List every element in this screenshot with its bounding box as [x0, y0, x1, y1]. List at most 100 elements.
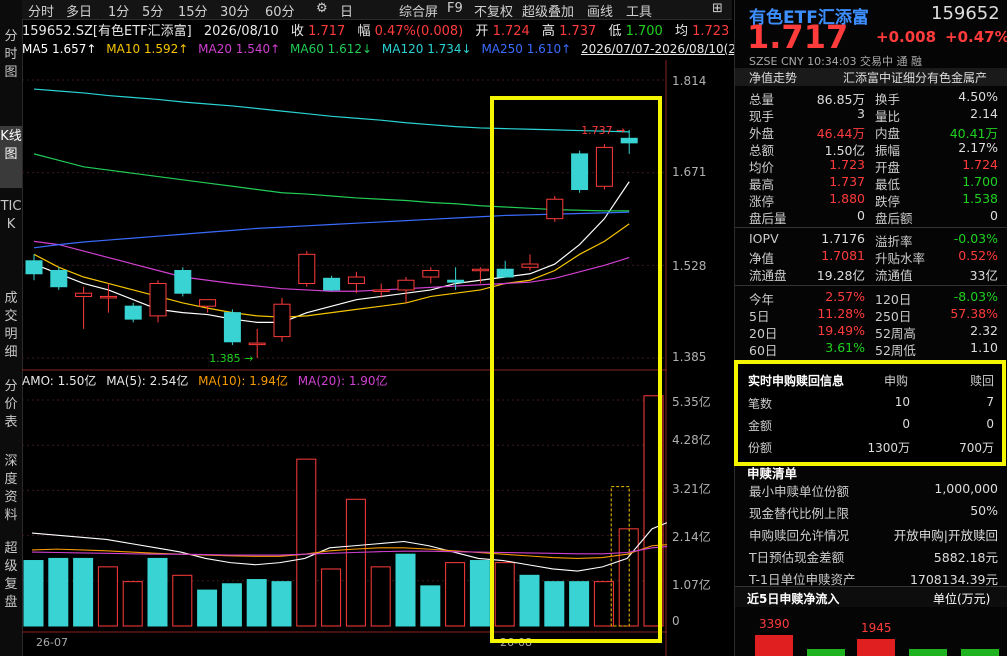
volume-bar-0: [23, 560, 44, 627]
price-axis-label-3: 1.385: [672, 350, 707, 364]
candle-2: [75, 286, 93, 329]
left-sidebar: 分时图 K线图 TICK 成交明细分价表深度资料超级复盘: [0, 0, 23, 656]
stats-row-7: 盘后量 0 盘后额 0: [735, 208, 1007, 226]
stats-value-7-a: 0: [857, 208, 865, 223]
stats-value-5-b: 1.700: [962, 174, 998, 189]
net-flow-bars: 3390 1945: [735, 607, 1007, 656]
toolbar-right-item-1[interactable]: F9: [447, 1, 463, 16]
ma-legend-bar: MA5 1.657↑ MA10 1.592↑ MA20 1.540↑ MA60 …: [22, 40, 782, 60]
perf-row-2: 20日 19.49% 52周高 2.32: [735, 323, 1007, 341]
toolbar-item-0[interactable]: 分时: [28, 1, 54, 20]
stats-value-5-a: 1.737: [829, 174, 865, 189]
nav-trend-row[interactable]: 净值走势 汇添富中证细分有色金属产: [735, 68, 1007, 86]
perf-value-0-a: 2.57%: [825, 289, 865, 304]
vol-axis-label-2: 3.21亿: [672, 482, 711, 496]
candle-3: [99, 283, 117, 313]
low-label: 低: [608, 24, 622, 39]
stats2-row-2: 流通盘 19.28亿 流通值 33亿: [735, 265, 1007, 283]
toolbar-right-item-0[interactable]: 综合屏: [399, 1, 438, 20]
perf-value-1-a: 11.28%: [817, 306, 865, 321]
sidebar-tab-6[interactable]: 超级复盘: [0, 538, 22, 620]
sidebar-tab-2[interactable]: TICK: [0, 196, 22, 278]
toolbar-right-item-3[interactable]: 超级叠加: [522, 1, 574, 20]
subred-label-2: 份额: [748, 441, 773, 455]
stats-row-6: 涨停 1.880 跌停 1.538: [735, 191, 1007, 209]
last-price: 1.717: [747, 18, 849, 56]
volume-bar-4: [122, 581, 143, 627]
stats2-value-2-a: 19.28亿: [816, 268, 865, 283]
flow-bar-5: [961, 649, 999, 656]
redeem-list-row-4: T-1日单位申赎资产 1708134.39元: [735, 569, 1007, 587]
candle-10: [273, 297, 291, 342]
candle-0: [25, 254, 43, 281]
stats2-label-0-a: IOPV: [749, 231, 779, 246]
flow-label-1: 3390: [759, 617, 790, 631]
toolbar-item-4[interactable]: 15分: [178, 1, 208, 20]
volume-bar-8: [221, 583, 242, 627]
sidebar-tab-1[interactable]: K线图: [0, 126, 22, 188]
avg-value: 1.723: [692, 24, 730, 39]
toolbar-right-item-4[interactable]: 画线: [587, 1, 613, 20]
perf-value-0-b: -8.03%: [953, 289, 998, 304]
amp-label: 幅: [357, 24, 371, 39]
amp-value: 0.47%(0.008): [374, 24, 464, 39]
toolbar-item-6[interactable]: 60分: [265, 1, 295, 20]
price-change: +0.008: [876, 28, 937, 46]
ma10-legend: MA10 1.592↑: [106, 42, 189, 56]
toolbar-item-2[interactable]: 1分: [108, 1, 129, 20]
nav-trend-label: 净值走势: [749, 71, 798, 85]
sidebar-tab-4[interactable]: 分价表: [0, 376, 22, 438]
security-code: 159652.SZ[有色ETF汇添富]: [22, 24, 192, 39]
redeem-list-value-2: 开放申购|开放赎回: [893, 528, 998, 543]
sidebar-tab-5[interactable]: 深度资料: [0, 451, 22, 528]
vol-axis-label-0: 5.35亿: [672, 395, 711, 409]
redeem-list-label-0: 最小申赎单位份额: [749, 484, 850, 499]
subred-redeem-0: 7: [986, 395, 994, 409]
date-label-0: 26-07: [36, 636, 68, 649]
toolbar-item-1[interactable]: 多日: [66, 1, 92, 20]
volume-bar-3: [97, 566, 118, 627]
volume-bar-5: [147, 557, 168, 627]
toolbar-right-item-2[interactable]: 不复权: [474, 1, 513, 20]
subred-col-subscribe: 申购: [884, 374, 909, 388]
perf-value-2-a: 19.49%: [817, 323, 865, 338]
volume-bar-17: [445, 562, 466, 627]
subred-redeem-2: 700万: [959, 441, 994, 455]
toolbar-item-5[interactable]: 30分: [220, 1, 250, 20]
close-label: 收: [290, 24, 304, 39]
redeem-list-row-3: T日预估现金差额 5882.18元: [735, 547, 1007, 565]
high-label: 高: [541, 24, 555, 39]
redeem-list-label-3: T日预估现金差额: [749, 550, 845, 565]
ma60-legend: MA60 1.612↓: [290, 42, 373, 56]
open-label: 开: [475, 24, 489, 39]
subred-subscribe-2: 1300万: [867, 441, 910, 455]
high-value: 1.737: [559, 24, 597, 39]
candle-1: [50, 267, 68, 290]
stats-value-1-a: 3: [857, 106, 865, 121]
candle-12: [323, 275, 341, 292]
vol-axis-label-3: 2.14亿: [672, 530, 711, 544]
price-axis-label-0: 1.814: [672, 74, 707, 88]
vol-ma20-legend: MA(20): 1.90亿: [297, 374, 388, 388]
flow-label-2: 1945: [861, 621, 892, 635]
flow-bar-3: [857, 639, 895, 656]
stats2-value-1-a: 1.7081: [821, 248, 865, 263]
subred-title: 实时申购赎回信息: [748, 374, 845, 388]
toolbar-right-item-6[interactable]: ⊞: [712, 1, 723, 16]
volume-bar-10: [271, 581, 292, 627]
toolbar-right-item-5[interactable]: 工具: [626, 1, 652, 20]
redeem-list-value-3: 5882.18元: [933, 550, 998, 565]
stats2-value-1-b: 0.52%: [958, 248, 998, 263]
stats-row-4: 均价 1.723 开盘 1.724: [735, 157, 1007, 175]
low-marker: 1.385 →: [209, 352, 253, 365]
amo-legend: AMO: 1.50亿: [22, 374, 97, 388]
candle-8: [223, 309, 241, 346]
subred-panel: 实时申购赎回信息 申购 赎回 笔数 10 7 金额 0 0 份额 1300万 700万: [734, 360, 1006, 466]
toolbar-item-7[interactable]: ⚙: [316, 1, 328, 16]
sidebar-tab-0[interactable]: 分时图: [0, 26, 22, 88]
perf-label-3-a: 60日: [749, 343, 778, 358]
toolbar-item-8[interactable]: 日: [340, 1, 353, 20]
sidebar-tab-3[interactable]: 成交明细: [0, 288, 22, 365]
stats2-value-0-b: -0.03%: [953, 231, 998, 246]
toolbar-item-3[interactable]: 5分: [142, 1, 163, 20]
